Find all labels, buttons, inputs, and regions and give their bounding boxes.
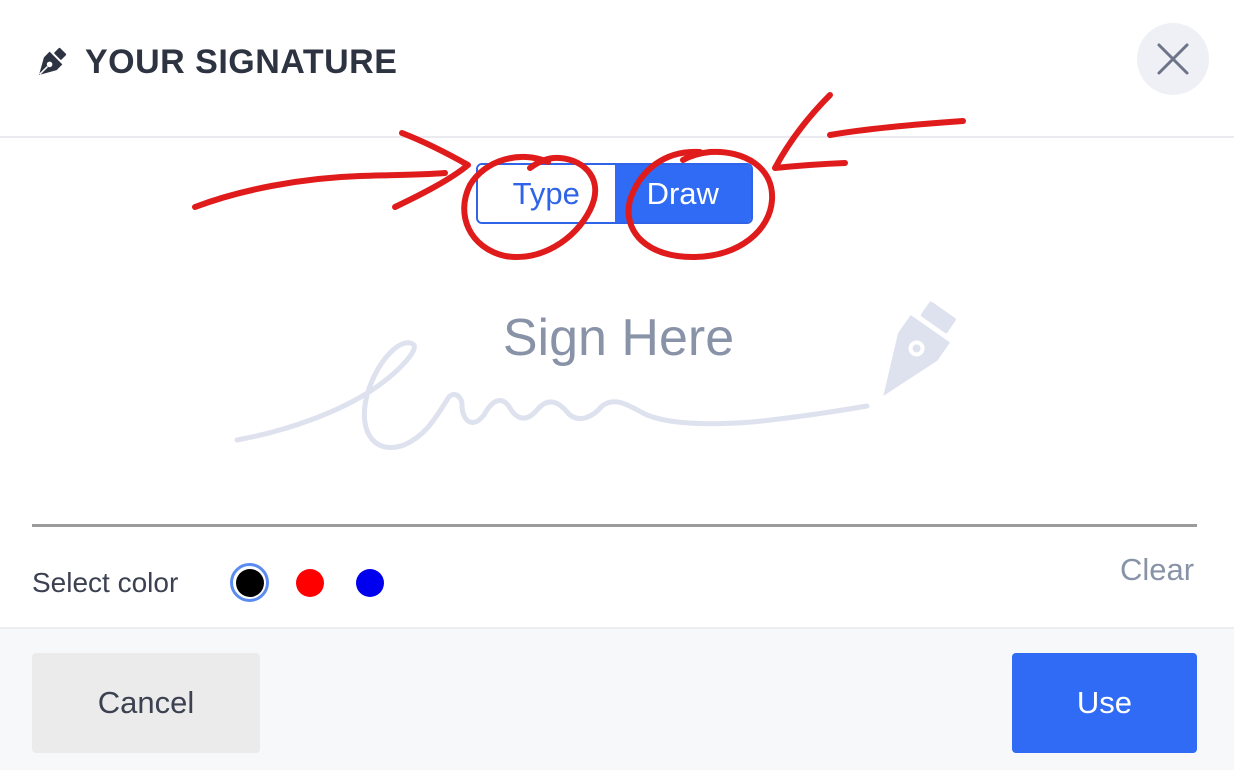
close-button[interactable] <box>1137 23 1209 95</box>
left-arrow-head <box>392 130 471 210</box>
left-arrow-shaft <box>192 170 448 210</box>
signature-mode-toggle: Type Draw <box>476 163 753 224</box>
color-swatch-red[interactable] <box>296 569 324 597</box>
clear-button[interactable]: Clear <box>1120 551 1194 589</box>
signature-canvas[interactable]: Sign Here <box>32 240 1197 525</box>
pen-nib-icon <box>38 47 67 76</box>
select-color-label: Select color <box>32 567 179 598</box>
tab-type[interactable]: Type <box>478 165 615 222</box>
close-icon[interactable] <box>1155 41 1191 77</box>
signature-pen-illustration <box>234 301 956 450</box>
sign-here-placeholder: Sign Here <box>502 309 735 367</box>
cancel-button[interactable]: Cancel <box>32 653 260 753</box>
color-swatch-blue[interactable] <box>356 569 384 597</box>
color-swatch-black[interactable] <box>236 569 264 597</box>
dialog-header: YOUR SIGNATURE <box>0 0 1234 138</box>
dialog-title: YOUR SIGNATURE <box>85 43 398 81</box>
use-button[interactable]: Use <box>1012 653 1197 753</box>
signature-baseline <box>32 524 1197 527</box>
tab-draw[interactable]: Draw <box>614 165 751 222</box>
